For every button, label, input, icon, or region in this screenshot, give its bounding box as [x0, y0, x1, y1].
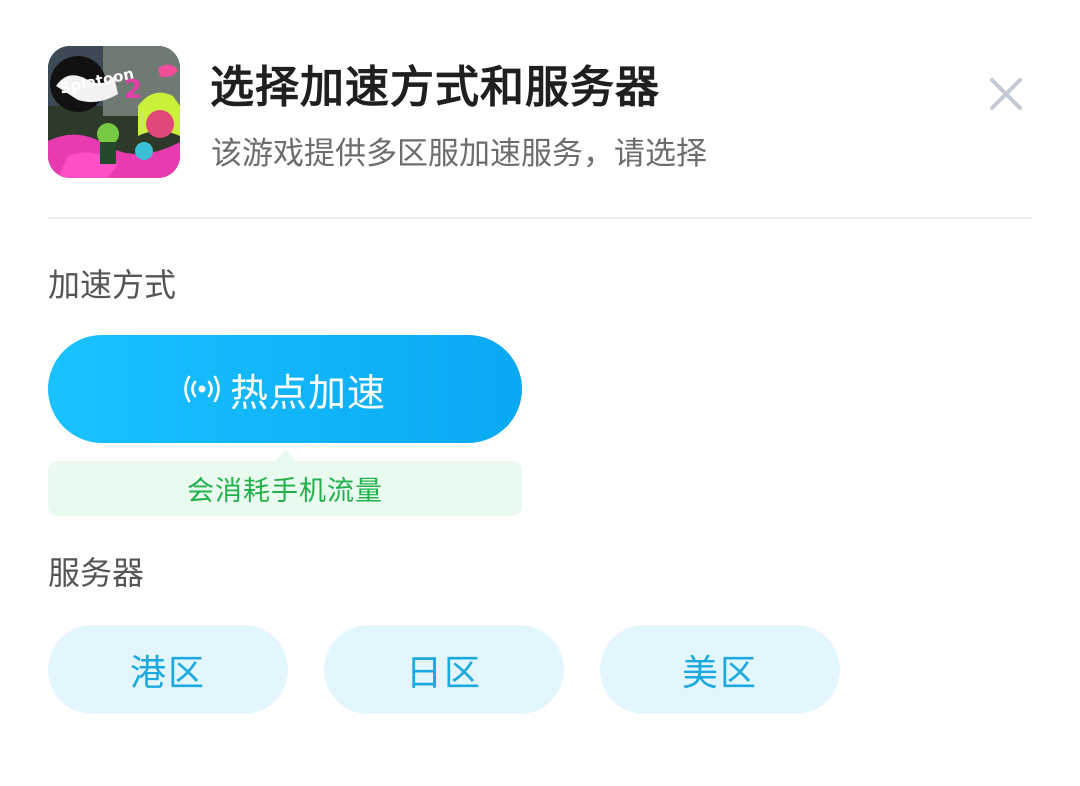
game-cover-icon: Splatoon 2	[48, 46, 180, 178]
server-option-jp[interactable]: 日区	[324, 625, 564, 714]
accelerator-dialog: Splatoon 2 选择加速方式和服务器 该游戏提供多区服加速服务，请选择 加…	[0, 0, 1080, 786]
hotspot-mode-button[interactable]: 热点加速	[48, 335, 522, 443]
server-option-label: 日区	[405, 652, 482, 694]
server-section-label: 服务器	[48, 554, 145, 592]
close-button[interactable]	[980, 68, 1032, 120]
tip-arrow	[274, 450, 298, 462]
server-option-label: 美区	[681, 652, 758, 694]
svg-text:2: 2	[124, 75, 142, 105]
traffic-warning-text: 会消耗手机流量	[187, 476, 383, 507]
traffic-warning-tip: 会消耗手机流量	[48, 450, 522, 516]
server-option-us[interactable]: 美区	[600, 625, 840, 714]
header-divider	[48, 217, 1032, 219]
close-icon	[990, 78, 1022, 110]
acceleration-section-label: 加速方式	[48, 266, 177, 304]
hotspot-mode-label: 热点加速	[229, 370, 386, 415]
server-option-label: 港区	[129, 652, 206, 694]
hotspot-icon	[184, 375, 220, 403]
server-option-hk[interactable]: 港区	[48, 625, 288, 714]
dialog-subtitle: 该游戏提供多区服加速服务，请选择	[211, 136, 707, 172]
dialog-title: 选择加速方式和服务器	[210, 62, 660, 113]
